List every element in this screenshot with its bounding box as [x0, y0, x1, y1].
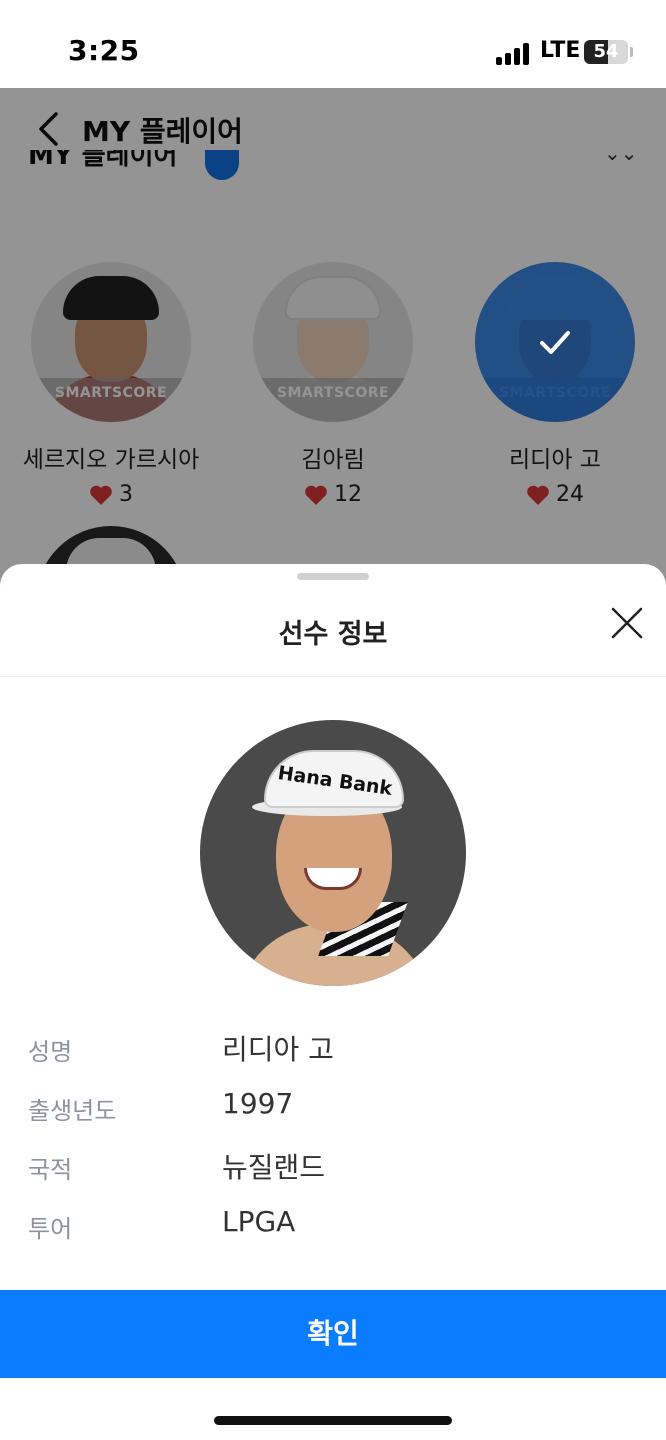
status-time: 3:25: [68, 34, 140, 67]
info-row-nationality: 국적 뉴질랜드: [0, 1146, 666, 1186]
info-row-birth-year: 출생년도 1997: [0, 1087, 666, 1127]
info-label: 출생년도: [28, 1097, 117, 1125]
info-value: 리디아 고: [222, 1033, 334, 1066]
info-row-name: 성명 리디아 고: [0, 1028, 666, 1068]
sheet-grabber[interactable]: [297, 573, 369, 580]
confirm-button[interactable]: 확인: [0, 1290, 666, 1378]
info-row-tour: 투어 LPGA: [0, 1205, 666, 1245]
network-label: LTE: [540, 38, 581, 63]
home-indicator: [214, 1416, 452, 1425]
info-value: 1997: [222, 1087, 294, 1120]
info-value: LPGA: [222, 1205, 296, 1238]
battery-level: 54: [593, 41, 619, 62]
player-photo: Hana Bank: [200, 720, 466, 986]
signal-icon: [496, 43, 532, 65]
sheet-title: 선수 정보: [278, 619, 388, 650]
close-icon[interactable]: [610, 606, 644, 640]
battery-icon: 54: [584, 40, 628, 64]
info-label: 성명: [28, 1038, 73, 1066]
info-value: 뉴질랜드: [222, 1151, 326, 1184]
divider: [0, 676, 666, 677]
status-bar: 3:25 LTE 54: [0, 0, 666, 88]
info-label: 투어: [28, 1215, 73, 1243]
player-info-sheet: 선수 정보 Hana Bank 성명 리디아 고 출생년도 1997 국적 뉴질…: [0, 564, 666, 1440]
info-label: 국적: [28, 1156, 73, 1184]
check-icon: [540, 331, 570, 354]
battery-tip: [630, 47, 633, 57]
